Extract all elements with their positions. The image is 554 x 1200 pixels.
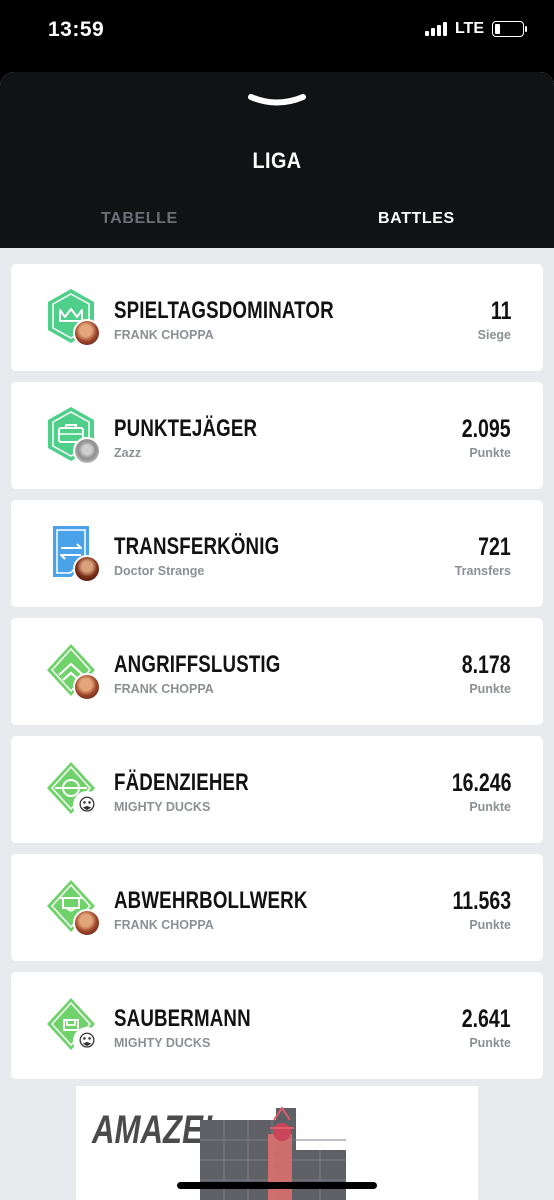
- avatar: [73, 791, 101, 819]
- battle-card-saubermann[interactable]: SAUBERMANN MIGHTY DUCKS 2.641 Punkte: [11, 972, 543, 1079]
- battle-unit: Punkte: [469, 446, 511, 460]
- avatar: [73, 555, 101, 583]
- battle-unit: Punkte: [469, 918, 511, 932]
- battle-value: 721: [478, 533, 511, 561]
- battle-list: SPIELTAGSDOMINATOR FRANK CHOPPA 11 Siege…: [11, 264, 543, 1090]
- battle-leader: FRANK CHOPPA: [114, 918, 214, 932]
- battle-leader: FRANK CHOPPA: [114, 328, 214, 342]
- sheet-header: LIGA TABELLE BATTLES: [0, 72, 554, 248]
- avatar: [73, 673, 101, 701]
- signal-icon: [424, 22, 447, 36]
- battle-title: TRANSFERKÖNIG: [114, 533, 280, 560]
- battle-card-faedenzieher[interactable]: FÄDENZIEHER MIGHTY DUCKS 16.246 Punkte: [11, 736, 543, 843]
- battery-icon: [492, 21, 527, 37]
- battle-value: 2.095: [462, 415, 511, 443]
- avatar: [73, 909, 101, 937]
- battle-leader: FRANK CHOPPA: [114, 682, 214, 696]
- battle-title: ANGRIFFSLUSTIG: [114, 651, 281, 678]
- battle-unit: Punkte: [469, 682, 511, 696]
- status-bar: 13:59 LTE: [0, 0, 554, 70]
- battle-title: ABWEHRBOLLWERK: [114, 887, 308, 914]
- page-title: LIGA: [252, 148, 302, 173]
- avatar: [73, 437, 101, 465]
- chevron-down-icon[interactable]: [248, 94, 306, 108]
- battle-unit: Transfers: [454, 564, 511, 578]
- tab-tabelle[interactable]: TABELLE: [101, 210, 178, 228]
- battle-value: 8.178: [462, 651, 511, 679]
- battle-leader: MIGHTY DUCKS: [114, 1036, 211, 1050]
- tab-battles[interactable]: BATTLES: [378, 210, 455, 228]
- battle-card-abwehrbollwerk[interactable]: ABWEHRBOLLWERK FRANK CHOPPA 11.563 Punkt…: [11, 854, 543, 961]
- status-time: 13:59: [48, 18, 105, 41]
- battle-value: 11.563: [452, 887, 511, 915]
- league-sheet: LIGA TABELLE BATTLES SPIELTAGSDOMINATOR …: [0, 72, 554, 1200]
- battle-leader: MIGHTY DUCKS: [114, 800, 211, 814]
- battle-value: 2.641: [462, 1005, 511, 1033]
- battle-card-angriffslustig[interactable]: ANGRIFFSLUSTIG FRANK CHOPPA 8.178 Punkte: [11, 618, 543, 725]
- status-indicators: LTE: [424, 20, 527, 38]
- battle-title: FÄDENZIEHER: [114, 769, 249, 796]
- battle-title: SAUBERMANN: [114, 1005, 251, 1032]
- network-type: LTE: [454, 20, 484, 37]
- battle-value: 11: [490, 297, 511, 325]
- battle-title: PUNKTEJÄGER: [114, 415, 258, 442]
- battle-card-transferkoenig[interactable]: TRANSFERKÖNIG Doctor Strange 721 Transfe…: [11, 500, 543, 607]
- home-indicator[interactable]: [177, 1182, 377, 1189]
- battle-leader: Zazz: [114, 446, 142, 460]
- battle-leader: Doctor Strange: [114, 564, 205, 578]
- battle-unit: Punkte: [469, 800, 511, 814]
- battle-value: 16.246: [451, 769, 511, 797]
- battle-unit: Punkte: [469, 1036, 511, 1050]
- avatar: [73, 1027, 101, 1055]
- battle-card-spieltagsdominator[interactable]: SPIELTAGSDOMINATOR FRANK CHOPPA 11 Siege: [11, 264, 543, 371]
- ad-headline: AMAZE!: [92, 1108, 214, 1152]
- battle-title: SPIELTAGSDOMINATOR: [114, 297, 334, 324]
- avatar: [73, 319, 101, 347]
- battle-unit: Siege: [477, 328, 511, 342]
- battle-card-punktejaeger[interactable]: PUNKTEJÄGER Zazz 2.095 Punkte: [11, 382, 543, 489]
